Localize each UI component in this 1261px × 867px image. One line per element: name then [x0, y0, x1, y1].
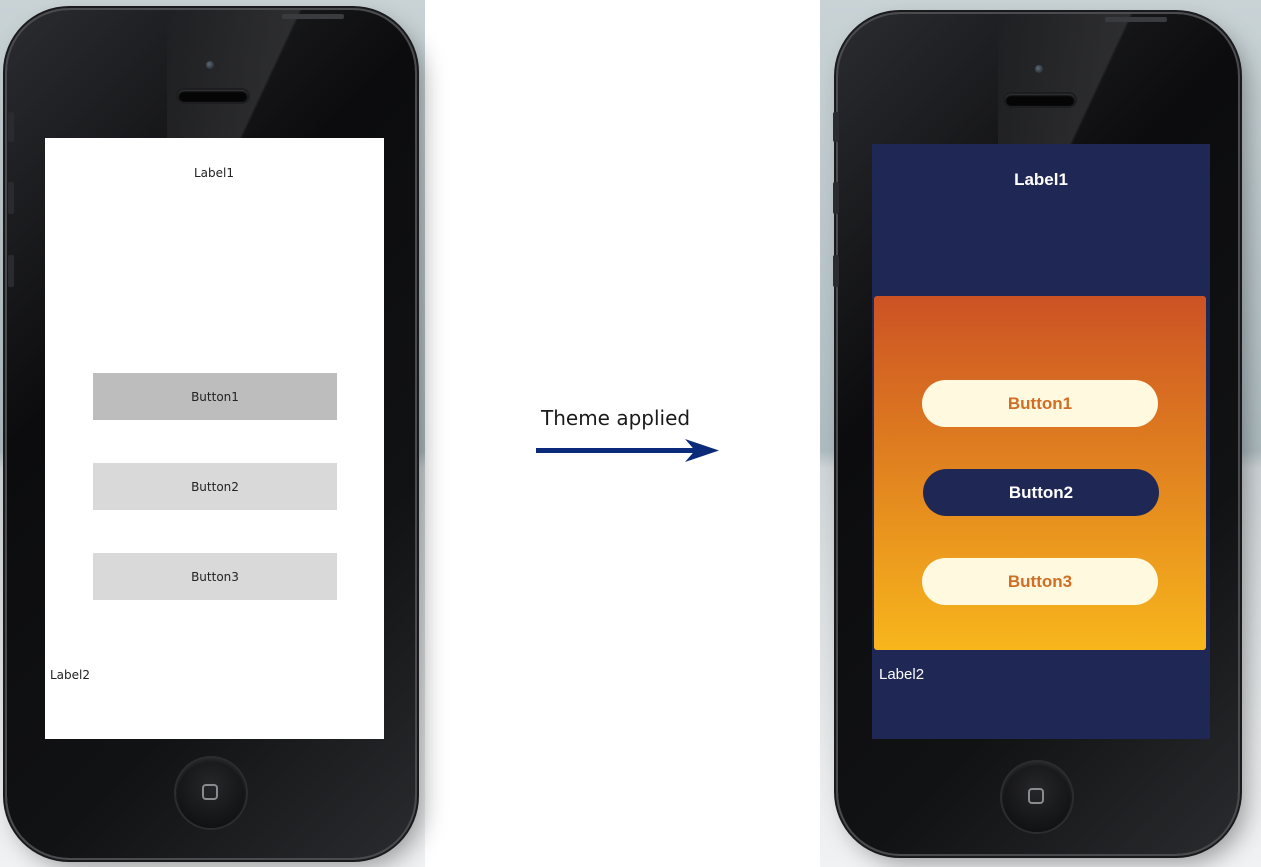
home-button[interactable]	[176, 758, 246, 828]
volume-up-button	[833, 182, 839, 214]
home-square-icon	[202, 784, 218, 800]
theme-applied-caption: Theme applied	[541, 406, 691, 430]
button1-before[interactable]: Button1	[93, 373, 337, 420]
volume-down-button	[833, 255, 839, 287]
volume-up-button	[8, 182, 14, 214]
power-button	[1105, 17, 1167, 22]
screen-after: Label1 Button1 Button2 Button3 Label2	[872, 144, 1210, 739]
home-button[interactable]	[1002, 762, 1072, 832]
mute-switch	[833, 112, 839, 142]
right-arrow-icon	[536, 439, 719, 462]
speaker-grille	[1005, 94, 1075, 106]
button3-before[interactable]: Button3	[93, 553, 337, 600]
screen-before: Label1 Button1 Button2 Button3 Label2	[45, 138, 384, 739]
home-square-icon	[1028, 788, 1044, 804]
label1-after: Label1	[1014, 170, 1068, 189]
label1-before: Label1	[194, 166, 235, 180]
power-button	[282, 14, 344, 19]
button2-after[interactable]: Button2	[923, 469, 1159, 516]
camera-icon	[1035, 65, 1043, 73]
camera-icon	[206, 61, 214, 69]
speaker-grille	[178, 90, 248, 102]
mute-switch	[8, 112, 14, 142]
gradient-panel: Button1 Button2 Button3	[874, 296, 1206, 650]
button1-after[interactable]: Button1	[922, 380, 1158, 427]
button3-after[interactable]: Button3	[922, 558, 1158, 605]
button2-before[interactable]: Button2	[93, 463, 337, 510]
label2-before: Label2	[50, 668, 91, 682]
label2-after: Label2	[879, 666, 925, 683]
volume-down-button	[8, 255, 14, 287]
